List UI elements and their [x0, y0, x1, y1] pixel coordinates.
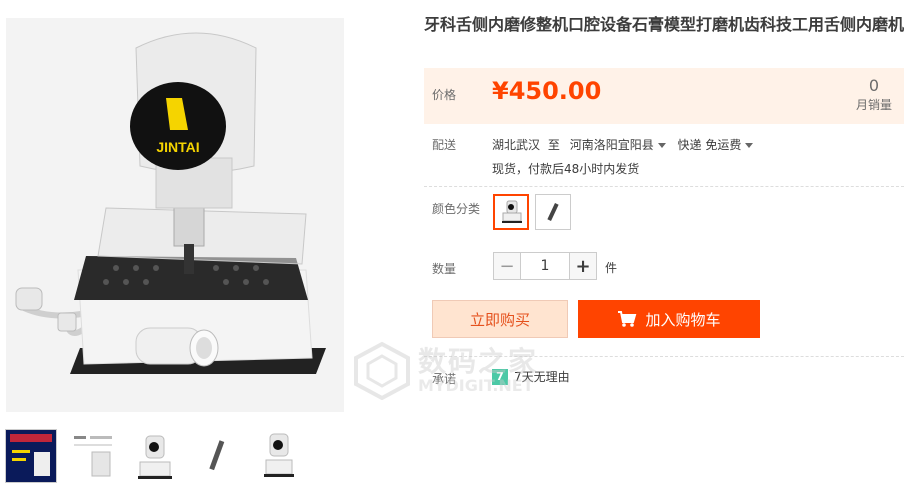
color-option-row: 颜色分类: [432, 200, 480, 217]
watermark-en-text: MYDIGIT.NET: [418, 376, 534, 395]
delivery-destination-select[interactable]: 河南洛阳宜阳县: [570, 138, 674, 152]
color-option-bit[interactable]: [535, 194, 571, 230]
delivery-info: 湖北武汉 至 河南洛阳宜阳县 快递 免运费: [492, 136, 761, 153]
thumbnail-3[interactable]: [130, 430, 180, 482]
delivery-label: 配送: [432, 138, 457, 152]
main-product-image[interactable]: JINTAI: [6, 18, 344, 412]
quantity-input[interactable]: 1: [521, 252, 569, 280]
thumbnail-5-image: [254, 430, 304, 482]
grinder-machine-illustration: JINTAI: [15, 32, 326, 374]
product-title: 牙科舌侧内磨修整机口腔设备石膏模型打磨机齿科技工用舌侧内磨机: [424, 15, 905, 34]
thumbnail-5[interactable]: [254, 430, 304, 482]
quantity-decrease-button[interactable]: −: [493, 252, 521, 280]
price-value: ¥450.00: [492, 77, 602, 105]
monthly-sales-count: 0: [868, 76, 880, 95]
quantity-increase-button[interactable]: +: [569, 252, 597, 280]
site-watermark: 数码之家 MYDIGIT.NET: [352, 340, 562, 406]
quantity-label: 数量: [432, 262, 457, 276]
chevron-down-icon: [745, 143, 754, 148]
watermark-logo-icon: [354, 341, 410, 401]
thumbnail-2-image: [68, 430, 118, 482]
bit-swatch-image: [547, 202, 559, 222]
cart-icon: [618, 311, 637, 327]
thumbnail-2[interactable]: [68, 430, 118, 482]
watermark-cn-text: 数码之家: [418, 345, 539, 378]
thumbnail-3-image: [130, 430, 180, 482]
thumbnail-4[interactable]: [192, 430, 242, 482]
brand-logo-text: JINTAI: [156, 139, 199, 155]
chevron-down-icon: [657, 143, 666, 148]
add-to-cart-button[interactable]: 加入购物车: [578, 300, 760, 338]
delivery-row: 配送 湖北武汉 至 河南洛阳宜阳县 快递 免运费 现货，付款后48小时内发货: [432, 136, 754, 176]
add-to-cart-label: 加入购物车: [645, 310, 721, 329]
monthly-sales-label: 月销量: [855, 98, 892, 112]
thumbnail-strip: [5, 429, 336, 483]
price-panel: 价格 ¥450.00 0 月销量: [424, 68, 904, 124]
quantity-unit: 件: [605, 261, 618, 275]
monthly-sales: 0 月销量: [856, 76, 892, 113]
machine-swatch-image: [502, 200, 522, 223]
shipping-select[interactable]: 快递 免运费: [678, 138, 762, 152]
price-label: 价格: [432, 88, 457, 102]
divider: [424, 186, 904, 187]
shipping-method: 快递 免运费: [677, 138, 742, 152]
delivery-from: 湖北武汉: [492, 138, 541, 152]
thumbnail-1[interactable]: [5, 429, 57, 483]
color-option-machine[interactable]: [493, 194, 529, 230]
buy-now-button[interactable]: 立即购买: [432, 300, 568, 338]
delivery-destination: 河南洛阳宜阳县: [569, 138, 654, 152]
thumbnail-1-image: [6, 430, 56, 482]
color-label: 颜色分类: [432, 202, 481, 216]
quantity-row: 数量: [432, 260, 456, 277]
delivery-to-word: 至: [547, 138, 560, 152]
stock-note: 现货，付款后48小时内发货: [492, 162, 640, 176]
thumbnail-4-image: [192, 430, 242, 482]
